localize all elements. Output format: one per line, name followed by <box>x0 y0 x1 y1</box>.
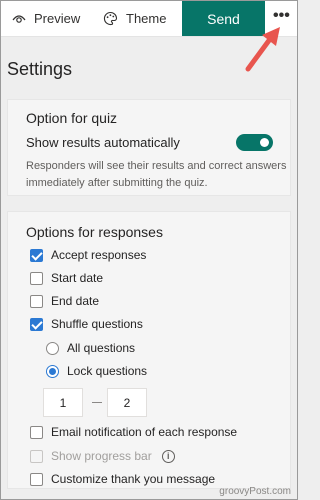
start-date-label: Start date <box>51 271 104 285</box>
email-notification-option[interactable]: Email notification of each response <box>30 423 237 441</box>
watermark-text: groovyPost.com <box>219 486 291 497</box>
customize-thank-you-label: Customize thank you message <box>51 472 216 486</box>
customize-thank-you-checkbox[interactable] <box>30 472 43 486</box>
all-questions-option[interactable]: All questions <box>46 339 135 357</box>
preview-button[interactable]: Preview <box>12 1 80 37</box>
email-notification-checkbox[interactable] <box>30 425 43 439</box>
show-results-label: Show results automatically <box>26 135 180 150</box>
start-date-checkbox[interactable] <box>30 271 43 285</box>
preview-label: Preview <box>34 11 81 26</box>
accept-responses-label: Accept responses <box>51 248 147 262</box>
lock-to-input[interactable]: 2 <box>107 388 147 417</box>
end-date-label: End date <box>51 294 100 308</box>
theme-label: Theme <box>126 11 167 26</box>
page-title: Settings <box>7 59 73 79</box>
lock-questions-label: Lock questions <box>67 364 148 378</box>
lock-questions-radio[interactable] <box>46 364 59 378</box>
lock-questions-option[interactable]: Lock questions <box>46 362 147 380</box>
palette-icon <box>103 11 118 26</box>
email-notification-label: Email notification of each response <box>51 425 238 439</box>
end-date-checkbox[interactable] <box>30 294 43 308</box>
lock-from-input[interactable]: 1 <box>43 388 83 417</box>
more-options-button[interactable]: ••• <box>273 8 290 24</box>
customize-thank-you-option[interactable]: Customize thank you message <box>30 470 215 488</box>
theme-button[interactable]: Theme <box>103 1 166 37</box>
range-dash <box>92 402 102 403</box>
show-progress-bar-label: Show progress bar <box>51 449 152 463</box>
eye-icon <box>12 14 26 23</box>
accept-responses-option[interactable]: Accept responses <box>30 246 146 264</box>
quiz-options-title: Option for quiz <box>26 110 118 126</box>
show-progress-bar-checkbox <box>30 449 43 463</box>
info-icon[interactable]: i <box>161 449 175 463</box>
end-date-option[interactable]: End date <box>30 292 99 310</box>
shuffle-questions-option[interactable]: Shuffle questions <box>30 315 143 333</box>
show-results-description: Responders will see their results and co… <box>26 160 287 189</box>
show-results-toggle[interactable] <box>236 134 273 151</box>
all-questions-label: All questions <box>67 341 136 355</box>
shuffle-questions-checkbox[interactable] <box>30 317 43 331</box>
annotation-arrow-icon <box>245 27 280 72</box>
response-options-title: Options for responses <box>26 224 163 240</box>
start-date-option[interactable]: Start date <box>30 269 103 287</box>
toggle-knob <box>260 138 269 147</box>
shuffle-questions-label: Shuffle questions <box>51 317 143 331</box>
show-progress-bar-option: Show progress bar i <box>30 447 175 465</box>
all-questions-radio[interactable] <box>46 341 59 355</box>
response-options-panel: Options for responses Accept responses S… <box>7 211 291 489</box>
accept-responses-checkbox[interactable] <box>30 248 43 262</box>
quiz-options-panel: Option for quiz Show results automatical… <box>7 99 291 196</box>
